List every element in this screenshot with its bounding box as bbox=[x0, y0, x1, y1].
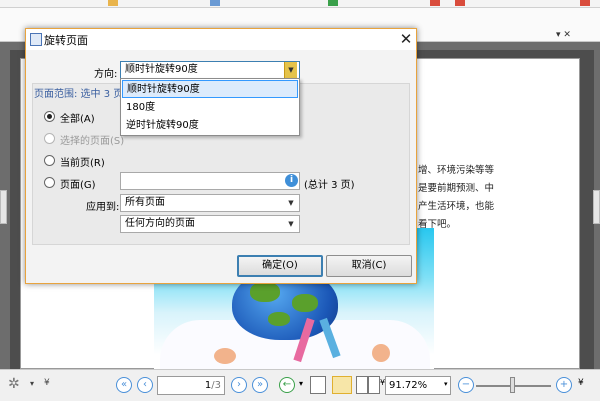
zoom-level-field[interactable]: 91.72% bbox=[385, 376, 451, 395]
radio-pages[interactable] bbox=[44, 177, 55, 188]
page-total: /3 bbox=[211, 380, 221, 391]
document-text-line: 产生活环境，也能 bbox=[418, 201, 495, 212]
apply-to-label: 应用到: bbox=[86, 202, 120, 213]
direction-select-value: 顺时针旋转90度 bbox=[125, 64, 198, 75]
toolbar-icon[interactable] bbox=[328, 0, 338, 6]
ok-button[interactable]: 确定(O) bbox=[237, 255, 323, 277]
page-number-field[interactable]: 1/3 bbox=[157, 376, 225, 395]
zoom-slider-thumb[interactable] bbox=[510, 377, 515, 393]
next-page-button[interactable]: › bbox=[231, 377, 247, 393]
dialog-title-bar[interactable]: 旋转页面 ✕ bbox=[26, 29, 416, 50]
chevron-down-icon[interactable]: ▾ bbox=[299, 379, 303, 388]
radio-all[interactable] bbox=[44, 111, 55, 122]
radio-current-page-label: 当前页(R) bbox=[60, 158, 105, 169]
continuous-view-icon[interactable] bbox=[332, 376, 352, 394]
app-toolbar bbox=[0, 0, 600, 8]
direction-label: 方向: bbox=[94, 69, 118, 80]
radio-selected-pages-label: 选择的页面(S) bbox=[60, 136, 125, 147]
illustration-figure bbox=[214, 348, 236, 364]
document-text-line: 增、环境污染等等 bbox=[418, 165, 495, 176]
zoom-out-button[interactable]: − bbox=[458, 377, 474, 393]
orientation-select-value: 任何方向的页面 bbox=[125, 218, 195, 229]
radio-pages-label: 页面(G) bbox=[60, 180, 96, 191]
back-arrow-icon[interactable]: ← bbox=[279, 377, 295, 393]
right-panel-toggle[interactable] bbox=[593, 190, 600, 224]
window-controls[interactable]: ▾ ✕ bbox=[556, 30, 596, 40]
direction-dropdown-list: 顺时针旋转90度 180度 逆时针旋转90度 bbox=[120, 78, 300, 136]
apply-to-select[interactable]: 所有页面 ▼ bbox=[120, 194, 300, 212]
facing-continuous-view-icon[interactable] bbox=[368, 376, 380, 394]
chevron-down-icon[interactable]: ▼ bbox=[284, 62, 297, 78]
single-page-view-icon[interactable] bbox=[310, 376, 326, 394]
chevron-down-icon[interactable]: ▼ bbox=[285, 216, 297, 232]
dropdown-option[interactable]: 顺时针旋转90度 bbox=[122, 80, 298, 98]
toolbar-icon[interactable] bbox=[455, 0, 465, 6]
illustration-figure bbox=[372, 344, 390, 362]
previous-page-button[interactable]: ‹ bbox=[137, 377, 153, 393]
chevron-down-icon[interactable]: ▾ bbox=[30, 379, 34, 388]
toolbar-icon[interactable] bbox=[580, 0, 590, 6]
radio-current-page[interactable] bbox=[44, 155, 55, 166]
pages-input[interactable] bbox=[120, 172, 300, 190]
dialog-title: 旋转页面 bbox=[44, 34, 88, 47]
chevron-double-down-icon[interactable]: ¥ bbox=[578, 378, 584, 388]
toolbar-icon[interactable] bbox=[430, 0, 440, 6]
gear-icon[interactable]: ✲ bbox=[8, 376, 24, 394]
page-range-header: 页面范围: 选中 3 页 bbox=[34, 89, 124, 100]
cancel-button[interactable]: 取消(C) bbox=[326, 255, 412, 277]
dropdown-option[interactable]: 逆时针旋转90度 bbox=[122, 117, 298, 135]
zoom-level-value: 91.72% bbox=[389, 380, 428, 391]
left-panel-toggle[interactable] bbox=[0, 190, 7, 224]
radio-all-label: 全部(A) bbox=[60, 114, 95, 125]
document-text-line: 是要前期预测、中 bbox=[418, 183, 495, 194]
chevron-down-icon[interactable]: ▾ bbox=[444, 380, 448, 388]
toolbar-icon[interactable] bbox=[210, 0, 220, 6]
status-bar: ✲ ▾ ¥ « ‹ 1/3 › » ← ▾ ¥ 91.72% ▾ − + ¥ bbox=[0, 369, 600, 401]
chevron-down-icon[interactable]: ▼ bbox=[285, 195, 297, 211]
rotate-pages-dialog: 旋转页面 ✕ 方向: 顺时针旋转90度 ▼ 页面范围: 选中 3 页 全部(A)… bbox=[25, 28, 417, 284]
zoom-in-button[interactable]: + bbox=[556, 377, 572, 393]
close-icon[interactable]: ✕ bbox=[398, 30, 414, 48]
dropdown-option[interactable]: 180度 bbox=[122, 99, 298, 117]
facing-view-icon[interactable] bbox=[356, 376, 368, 394]
direction-select[interactable]: 顺时针旋转90度 ▼ bbox=[120, 61, 300, 79]
total-pages-note: (总计 3 页) bbox=[304, 180, 355, 191]
last-page-button[interactable]: » bbox=[252, 377, 268, 393]
baidu-watermark: Bai 经验 bbox=[470, 342, 567, 367]
info-icon[interactable]: i bbox=[285, 174, 298, 187]
orientation-select[interactable]: 任何方向的页面 ▼ bbox=[120, 215, 300, 233]
apply-to-select-value: 所有页面 bbox=[125, 197, 165, 208]
first-page-button[interactable]: « bbox=[116, 377, 132, 393]
chevron-double-down-icon[interactable]: ¥ bbox=[44, 378, 50, 388]
page-icon bbox=[30, 33, 42, 46]
radio-selected-pages[interactable] bbox=[44, 133, 55, 144]
toolbar-icon[interactable] bbox=[108, 0, 118, 6]
